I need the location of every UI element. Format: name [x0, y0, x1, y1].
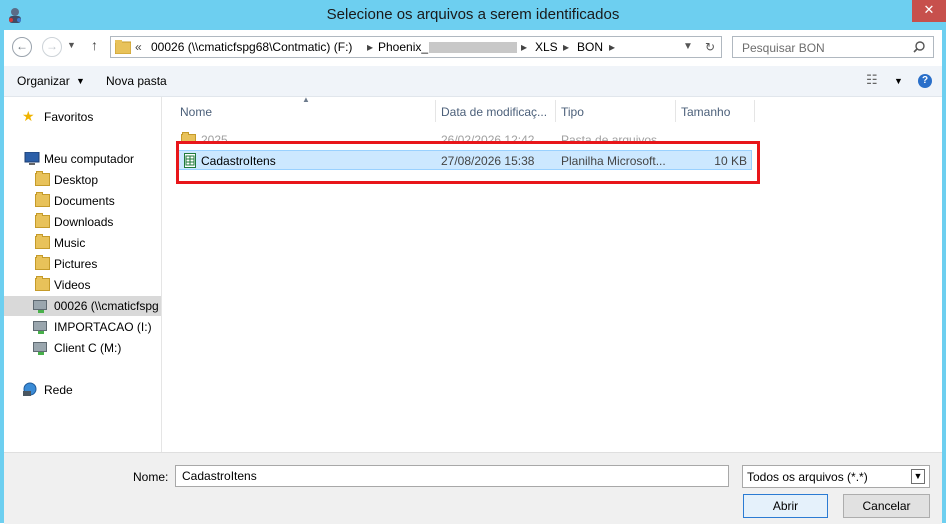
recent-dropdown-icon[interactable]: ▼ — [67, 40, 76, 50]
column-header-type[interactable]: Tipo — [555, 100, 676, 122]
network-icon — [23, 382, 37, 396]
close-button[interactable]: ✕ — [912, 0, 946, 22]
sidebar-item-videos[interactable]: Videos — [4, 275, 161, 295]
arrow-left-icon: ← — [16, 39, 28, 53]
open-button[interactable]: Abrir — [743, 494, 828, 518]
help-icon[interactable]: ? — [918, 74, 932, 88]
sidebar-item-label: 00026 (\\cmaticfspg — [54, 299, 159, 313]
star-icon: ★ — [22, 108, 35, 124]
sidebar-item-documents[interactable]: Documents — [4, 191, 161, 211]
command-toolbar: Organizar ▼ Nova pasta ☷ ▼ ? — [4, 66, 942, 97]
folder-icon — [35, 171, 50, 186]
search-input[interactable]: Pesquisar BON — [742, 41, 825, 55]
breadcrumb-drive[interactable]: 00026 (\\cmaticfspg68\Contmatic) (F:) — [151, 40, 352, 54]
arrow-up-icon[interactable]: ↑ — [91, 37, 98, 53]
network-drive-icon — [33, 300, 47, 313]
breadcrumb-xls[interactable]: XLS — [535, 40, 558, 54]
folder-icon — [115, 40, 131, 54]
sidebar-item-network[interactable]: Rede — [4, 380, 161, 400]
chevron-right-icon[interactable]: ▸ — [521, 40, 527, 54]
column-header-name[interactable]: Nome — [174, 100, 436, 122]
filename-value: CadastroItens — [182, 469, 257, 483]
sidebar-item-label: Pictures — [54, 257, 98, 271]
network-drive-icon — [33, 321, 47, 334]
breadcrumb-bon[interactable]: BON — [577, 40, 603, 54]
sidebar-item-label: IMPORTACAO (I:) — [54, 320, 152, 334]
sidebar-item-label: Videos — [54, 278, 91, 292]
address-bar[interactable]: « 00026 (\\cmaticfspg68\Contmatic) (F:) … — [110, 36, 722, 58]
breadcrumb-overflow[interactable]: « — [135, 40, 142, 54]
search-box[interactable]: Pesquisar BON — [732, 36, 934, 58]
arrow-right-icon: → — [46, 39, 58, 53]
sidebar-item-computer[interactable]: Meu computador — [4, 149, 161, 169]
chevron-right-icon[interactable]: ▸ — [367, 40, 373, 54]
cancel-button[interactable]: Cancelar — [843, 494, 930, 518]
sidebar-item-music[interactable]: Music — [4, 233, 161, 253]
sidebar-item-drive-m[interactable]: Client C (M:) — [4, 338, 161, 358]
navigation-pane: ★ Favoritos Meu computador Desktop Docum… — [4, 97, 162, 452]
sidebar-item-label: Favoritos — [44, 110, 94, 124]
sidebar-item-label: Rede — [44, 383, 73, 397]
sidebar-item-label: Client C (M:) — [54, 341, 122, 355]
sidebar-item-favorites[interactable]: ★ Favoritos — [4, 107, 161, 127]
filename-label: Nome: — [133, 470, 169, 484]
computer-icon — [24, 152, 40, 165]
column-header-modified[interactable]: Data de modificaç... — [435, 100, 556, 122]
sidebar-item-downloads[interactable]: Downloads — [4, 212, 161, 232]
network-drive-icon — [33, 342, 47, 355]
chevron-right-icon[interactable]: ▸ — [563, 40, 569, 54]
chevron-down-icon[interactable]: ▼ — [76, 76, 85, 86]
chevron-right-icon[interactable]: ▸ — [609, 40, 615, 54]
search-icon[interactable] — [913, 41, 925, 53]
window-title: Selecione os arquivos a serem identifica… — [326, 6, 620, 23]
redacted-region — [429, 42, 517, 53]
file-type-value: Todos os arquivos (*.*) — [747, 470, 868, 484]
filename-input[interactable]: CadastroItens — [175, 465, 729, 487]
file-type-select[interactable]: Todos os arquivos (*.*) ▼ — [742, 465, 930, 488]
sidebar-item-label: Music — [54, 236, 86, 250]
highlight-annotation — [176, 141, 760, 184]
sidebar-item-desktop[interactable]: Desktop — [4, 170, 161, 190]
sidebar-item-pictures[interactable]: Pictures — [4, 254, 161, 274]
sidebar-item-drive-f[interactable]: 00026 (\\cmaticfspg — [4, 296, 161, 316]
sidebar-item-label: Meu computador — [44, 152, 135, 166]
chevron-down-icon[interactable]: ▼ — [894, 76, 903, 86]
folder-icon — [35, 213, 50, 228]
chevron-down-icon[interactable]: ▼ — [911, 469, 925, 484]
folder-icon — [35, 276, 50, 291]
window-frame-right — [942, 30, 946, 523]
view-options-icon[interactable]: ☷ — [866, 72, 878, 88]
title-bar: Selecione os arquivos a serem identifica… — [0, 0, 946, 30]
folder-icon — [35, 234, 50, 249]
chevron-down-icon[interactable]: ▼ — [683, 41, 693, 52]
column-header-size[interactable]: Tamanho — [675, 100, 755, 122]
back-button[interactable]: ← — [12, 37, 32, 57]
breadcrumb-phoenix[interactable]: Phoenix_ — [378, 40, 428, 54]
sidebar-item-label: Documents — [54, 194, 115, 208]
sidebar-item-label: Desktop — [54, 173, 99, 187]
sidebar-item-label: Downloads — [54, 215, 114, 229]
refresh-icon[interactable]: ↻ — [705, 40, 715, 54]
sidebar-item-drive-i[interactable]: IMPORTACAO (I:) — [4, 317, 161, 337]
organize-button[interactable]: Organizar — [17, 74, 70, 88]
folder-icon — [35, 192, 50, 207]
folder-icon — [35, 255, 50, 270]
new-folder-button[interactable]: Nova pasta — [106, 74, 167, 88]
forward-button[interactable]: → — [42, 37, 62, 57]
